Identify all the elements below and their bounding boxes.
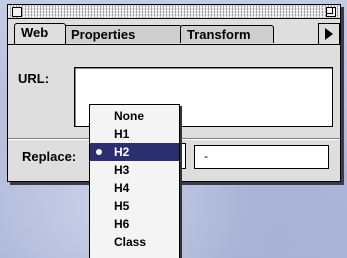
zoom-box-icon[interactable]: [326, 7, 336, 17]
menu-item-h2[interactable]: H2: [90, 143, 179, 161]
replace-label: Replace:: [22, 149, 77, 164]
menu-item-h3[interactable]: H3: [90, 161, 179, 179]
url-label: URL:: [18, 71, 50, 86]
close-box-icon[interactable]: [12, 7, 22, 17]
menu-item-h4[interactable]: H4: [90, 179, 179, 197]
desktop-background: Web Properties Transform URL: Replace: -…: [0, 0, 347, 258]
tab-properties[interactable]: Properties: [64, 25, 182, 43]
title-bar[interactable]: [8, 5, 340, 19]
menu-item-h5[interactable]: H5: [90, 197, 179, 215]
tab-transform[interactable]: Transform: [180, 25, 274, 43]
tab-divider: [8, 44, 340, 45]
triangle-right-icon: [325, 28, 333, 40]
tab-web[interactable]: Web: [14, 23, 66, 44]
menu-item-h6[interactable]: H6: [90, 215, 179, 233]
menu-item-label: H2: [114, 145, 130, 159]
heading-popup-menu: None H1 H2 H3 H4 H5 H6 Class: [89, 104, 180, 258]
menu-item-class[interactable]: Class: [90, 233, 179, 251]
tab-scroll-button[interactable]: [318, 23, 340, 44]
tab-bar: Web Properties Transform: [14, 22, 340, 44]
replace-field[interactable]: -: [194, 145, 329, 169]
menu-item-none[interactable]: None: [90, 107, 179, 125]
menu-item-h1[interactable]: H1: [90, 125, 179, 143]
selected-bullet-icon: [96, 149, 102, 155]
